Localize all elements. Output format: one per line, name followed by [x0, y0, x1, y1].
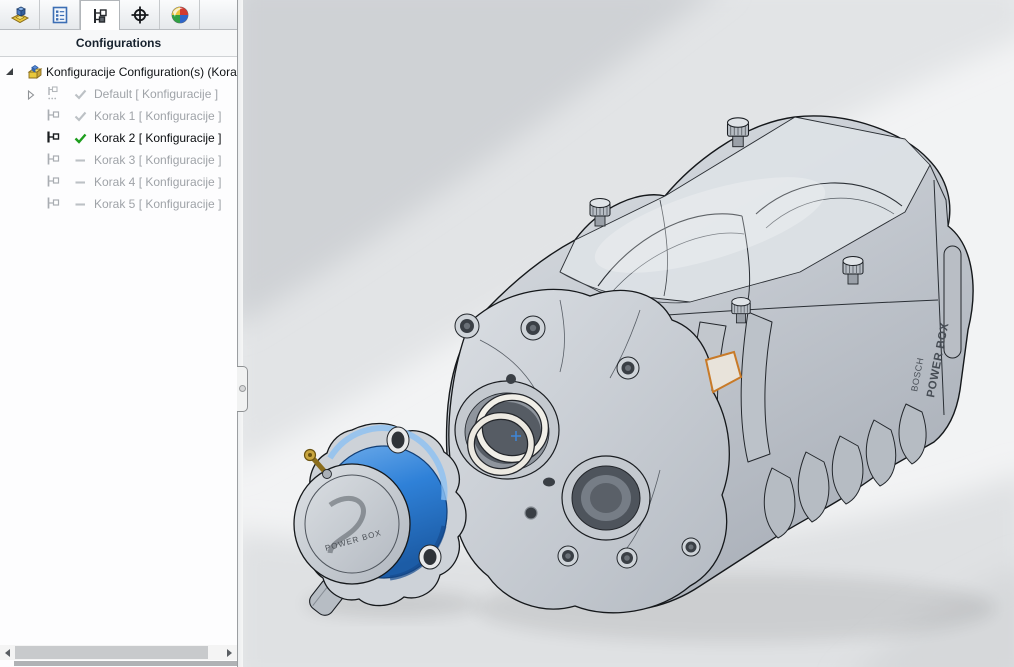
status-check-gray-icon [74, 111, 87, 122]
tab-featuremanager[interactable] [0, 0, 40, 29]
tree-item-korak-1[interactable]: Korak 1 [ Konfiguracije ] [0, 106, 237, 128]
3d-model-view: BOSCH POWER BOX [243, 0, 1014, 667]
solidworks-window: Configurations Konfiguracije Configurati… [0, 0, 1014, 667]
tree-root-label: Konfiguracije Configuration(s) (Kora [46, 65, 237, 79]
tree-item-label: Korak 3 [ Konfiguracije ] [94, 153, 221, 167]
splitter-grip-dot [239, 385, 246, 392]
tree-item-label: Korak 5 [ Konfiguracije ] [94, 197, 221, 211]
configuration-icon [46, 174, 60, 188]
tree-item-label: Korak 1 [ Konfiguracije ] [94, 109, 221, 123]
tree-item-korak-2-active[interactable]: Korak 2 [ Konfiguracije ] [0, 128, 237, 150]
tree-item-korak-3[interactable]: Korak 3 [ Konfiguracije ] [0, 150, 237, 172]
derived-configuration-icon [46, 86, 59, 101]
tree-item-korak-5[interactable]: Korak 5 [ Konfiguracije ] [0, 194, 237, 216]
scrollbar-track[interactable] [15, 645, 222, 660]
panel-splitter[interactable] [237, 0, 243, 667]
front-housing-plate[interactable] [449, 289, 729, 612]
tree-item-label: Korak 2 [ Konfiguracije ] [94, 131, 221, 145]
configuration-icon [46, 152, 60, 166]
panel-header: Configurations [0, 30, 237, 57]
panel-bottom-edge [14, 661, 237, 666]
manager-tab-strip [0, 0, 237, 30]
graphics-viewport[interactable]: BOSCH POWER BOX [243, 0, 1014, 667]
scroll-left-button[interactable] [0, 645, 15, 660]
tab-configurationmanager[interactable] [80, 0, 120, 30]
collapse-arrow-icon[interactable] [6, 68, 16, 78]
configuration-manager-panel: Configurations Konfiguracije Configurati… [0, 0, 237, 667]
tree-root-configurations[interactable]: Konfiguracije Configuration(s) (Kora [0, 62, 237, 84]
configuration-icon [46, 108, 60, 122]
flange-hole [506, 374, 516, 384]
splitter-grip[interactable] [237, 366, 248, 412]
main-bore [562, 456, 650, 540]
configuration-active-icon [46, 130, 60, 144]
status-dash-icon [74, 155, 87, 166]
expand-arrow-icon[interactable] [26, 90, 36, 100]
scrollbar-thumb[interactable] [15, 646, 208, 659]
dimxpertmanager-icon [130, 5, 150, 25]
scroll-right-button[interactable] [222, 645, 237, 660]
configurationmanager-icon [90, 6, 110, 26]
status-check-green-icon [74, 133, 87, 144]
tree-item-default[interactable]: Default [ Konfiguracije ] [0, 84, 237, 106]
tab-propertymanager[interactable] [40, 0, 80, 29]
flange-hole [525, 507, 537, 519]
panel-title: Configurations [76, 36, 161, 50]
featuremanager-icon [10, 5, 30, 25]
tab-dimxpertmanager[interactable] [120, 0, 160, 29]
tab-strip-filler [200, 0, 237, 29]
configurations-root-icon [26, 64, 43, 81]
scroll-right-icon [227, 649, 232, 657]
tree-item-label: Korak 4 [ Konfiguracije ] [94, 175, 221, 189]
propertymanager-icon [50, 5, 70, 25]
displaymanager-icon [170, 5, 190, 25]
bore-with-spring [455, 381, 559, 479]
status-dash-icon [74, 199, 87, 210]
configuration-tree: Konfiguracije Configuration(s) (Kora [0, 62, 237, 216]
horizontal-scrollbar[interactable] [0, 645, 237, 660]
tree-item-korak-4[interactable]: Korak 4 [ Konfiguracije ] [0, 172, 237, 194]
flange-hole [543, 478, 555, 487]
tab-displaymanager[interactable] [160, 0, 200, 29]
configuration-icon [46, 196, 60, 210]
scroll-left-icon [5, 649, 10, 657]
status-dash-icon [74, 177, 87, 188]
tree-item-label: Default [ Konfiguracije ] [94, 87, 218, 101]
status-check-gray-icon [74, 89, 87, 100]
